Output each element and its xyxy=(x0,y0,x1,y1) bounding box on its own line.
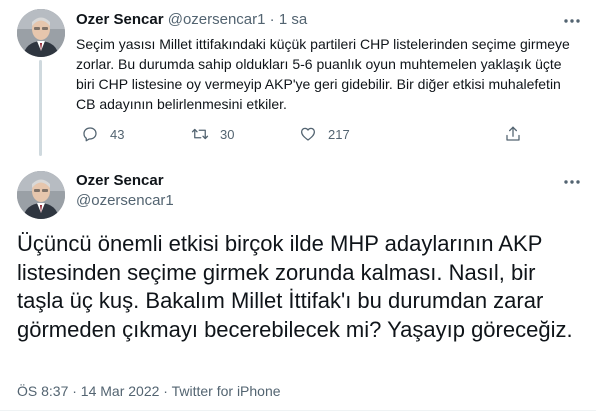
thread-connector-line xyxy=(39,60,42,156)
reply-count: 43 xyxy=(110,126,125,142)
avatar[interactable] xyxy=(17,171,65,219)
author-handle[interactable]: @ozersencar1 xyxy=(168,11,266,28)
more-horizontal-icon[interactable] xyxy=(562,172,582,192)
divider xyxy=(0,410,596,411)
tweet-thread-parent[interactable]: Ozer Sencar @ozersencar1 · 1 sa Seçim ya… xyxy=(0,0,596,160)
tweet-focused: Ozer Sencar @ozersencar1 Üçüncü önemli e… xyxy=(0,160,596,417)
tweet-timestamp-source[interactable]: ÖS 8:37 · 14 Mar 2022 · Twitter for iPho… xyxy=(17,382,281,400)
tweet-text: Üçüncü önemli etkisi birçok ilde MHP ada… xyxy=(17,231,573,342)
like-button[interactable]: 217 xyxy=(299,124,350,144)
avatar-photo-icon xyxy=(17,171,65,219)
share-icon xyxy=(506,126,520,141)
avatar-photo-icon xyxy=(17,9,65,57)
author-name[interactable]: Ozer Sencar xyxy=(76,11,164,28)
retweet-button[interactable]: 30 xyxy=(191,124,234,144)
reply-button[interactable]: 43 xyxy=(81,124,124,144)
avatar[interactable] xyxy=(17,9,65,57)
tweet-actions: 43 30 217 xyxy=(76,124,526,144)
heart-icon xyxy=(300,127,316,141)
tweet-text: Seçim yasısı Millet ittifakındaki küçük … xyxy=(76,36,570,112)
separator-dot: · xyxy=(269,11,275,28)
retweet-count: 30 xyxy=(220,126,235,142)
share-button[interactable] xyxy=(504,124,522,144)
more-horizontal-icon[interactable] xyxy=(562,11,582,31)
tweet-header: Ozer Sencar @ozersencar1 · 1 sa xyxy=(76,10,307,30)
like-count: 217 xyxy=(328,126,350,142)
reply-icon xyxy=(83,127,97,142)
author-name[interactable]: Ozer Sencar xyxy=(76,171,164,190)
retweet-icon xyxy=(191,128,209,140)
tweet-time[interactable]: 1 sa xyxy=(279,11,307,28)
author-handle[interactable]: @ozersencar1 xyxy=(76,191,174,210)
